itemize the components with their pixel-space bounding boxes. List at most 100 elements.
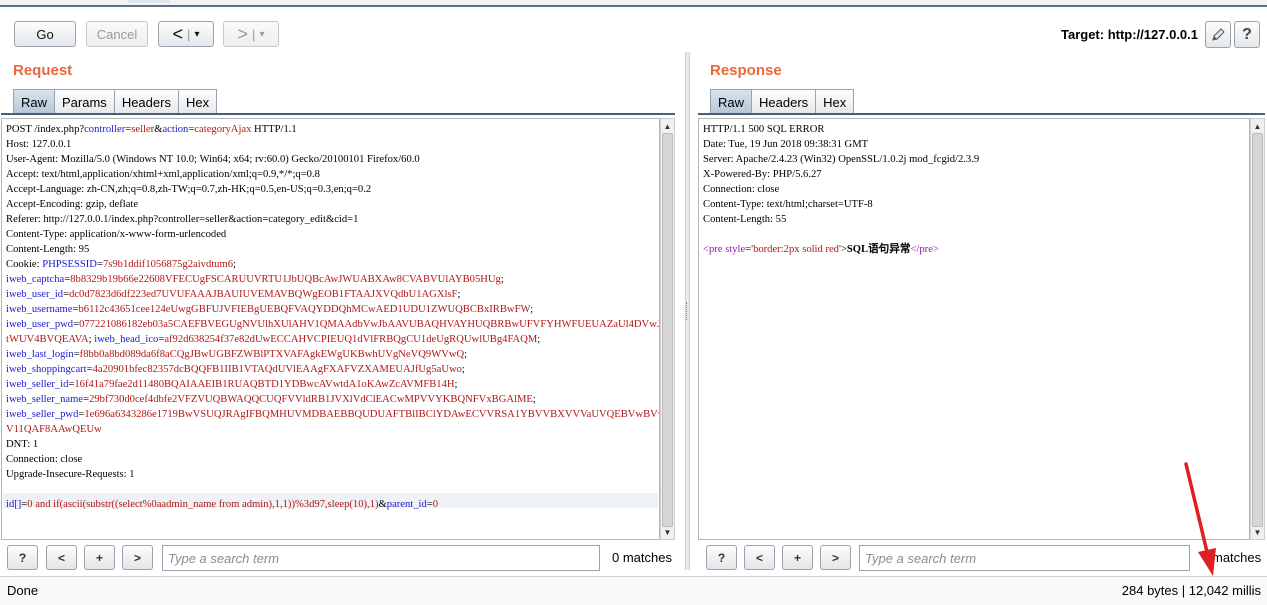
request-token: &: [378, 499, 387, 510]
request-raw-text[interactable]: POST /index.php?controller=seller&action…: [6, 122, 659, 512]
request-search-input[interactable]: [162, 545, 600, 571]
response-tab-headers[interactable]: Headers: [751, 89, 817, 114]
scroll-thumb[interactable]: [1252, 133, 1263, 527]
request-line: iweb_username=b6112c43651cee124eUwgGBFUJ…: [6, 302, 659, 317]
request-token: ;: [454, 379, 458, 390]
response-token: Content-Type: text/html;charset=UTF-8: [703, 199, 873, 210]
request-token: iweb_last_login: [6, 349, 74, 360]
response-tab-hex[interactable]: Hex: [815, 89, 855, 114]
request-token: DNT: 1: [6, 439, 39, 450]
request-token: ;: [537, 334, 541, 345]
request-scrollbar[interactable]: ▲ ▼: [660, 118, 675, 540]
request-line: Content-Type: application/x-www-form-url…: [6, 227, 659, 242]
response-next-button[interactable]: >: [820, 545, 851, 570]
request-line: tWUV4BVQEAVA; iweb_head_ico=af92d638254f…: [6, 332, 659, 347]
request-next-button[interactable]: >: [122, 545, 153, 570]
pane-splitter[interactable]: [685, 52, 690, 570]
request-line: iweb_seller_name=29bf730d0cef4dbfe2VFZVU…: [6, 392, 659, 407]
request-line: Referer: http://127.0.0.1/index.php?cont…: [6, 212, 659, 227]
request-editor[interactable]: POST /index.php?controller=seller&action…: [1, 118, 660, 540]
request-line: Connection: close: [6, 452, 659, 467]
response-token: HTTP/1.1 500 SQL ERROR: [703, 124, 825, 135]
edit-target-button[interactable]: [1205, 21, 1231, 48]
question-icon: ?: [1242, 25, 1252, 43]
request-token: Accept-Encoding: gzip, deflate: [6, 199, 139, 210]
request-line: iweb_seller_id=16f41a79fae2d11480BQAIAAE…: [6, 377, 659, 392]
response-scrollbar[interactable]: ▲ ▼: [1250, 118, 1265, 540]
response-prev-button[interactable]: <: [744, 545, 775, 570]
response-add-button[interactable]: +: [782, 545, 813, 570]
response-token: Connection: close: [703, 184, 780, 195]
request-line: ​: [6, 482, 659, 497]
request-token: User-Agent: Mozilla/5.0 (Windows NT 10.0…: [6, 154, 420, 165]
request-line: Host: 127.0.0.1: [6, 137, 659, 152]
request-token: 0 and if(ascii(substr((select%0aadmin_na…: [27, 499, 379, 510]
request-add-button[interactable]: +: [84, 545, 115, 570]
request-token: iweb_seller_pwd: [6, 409, 79, 420]
forward-dropdown-icon: ▾: [259, 28, 265, 40]
pencil-icon: [1212, 27, 1225, 41]
forward-button[interactable]: > | ▾: [223, 21, 279, 47]
response-tab-raw[interactable]: Raw: [710, 89, 753, 114]
go-button[interactable]: Go: [14, 21, 76, 47]
request-line: iweb_user_id=dc0d7823d6df223ed7UVUFAAAJB…: [6, 287, 659, 302]
request-token: 7s9b1ddif1056875g2aivdtum6: [102, 259, 234, 270]
request-token: tWUV4BVQEAVA: [6, 334, 89, 345]
request-token: seller: [131, 124, 155, 135]
cancel-button[interactable]: Cancel: [86, 21, 148, 47]
forward-arrow-icon: >: [237, 23, 249, 44]
separator: |: [187, 26, 191, 42]
request-tabs: Raw Params Headers Hex: [13, 89, 218, 114]
scroll-up-icon[interactable]: ▲: [661, 119, 674, 133]
request-token: iweb_user_id: [6, 289, 64, 300]
request-tab-hex[interactable]: Hex: [177, 89, 218, 114]
response-token: X-Powered-By: PHP/5.6.27: [703, 169, 822, 180]
request-token: iweb_seller_id: [6, 379, 69, 390]
request-line: iweb_user_pwd=077221086182eb03a5CAEFBVEG…: [6, 317, 659, 332]
request-token: ;: [530, 304, 534, 315]
request-token: controller: [84, 124, 126, 135]
help-button[interactable]: ?: [1234, 21, 1260, 48]
request-line: Accept-Language: zh-CN,zh;q=0.8,zh-TW;q=…: [6, 182, 659, 197]
request-token: ;: [233, 259, 236, 270]
request-token: 8b8329b19b66e22608VFECUgFSCARUUVRTU1JbUQ…: [70, 274, 501, 285]
request-token: ;: [461, 364, 465, 375]
response-line: Date: Tue, 19 Jun 2018 09:38:31 GMT: [703, 137, 979, 152]
scroll-down-icon[interactable]: ▼: [1251, 525, 1264, 539]
request-token: Host: 127.0.0.1: [6, 139, 72, 150]
request-token: PHPSESSID: [42, 259, 97, 270]
request-tab-raw[interactable]: Raw: [13, 89, 56, 114]
request-token: Cookie:: [6, 259, 43, 270]
request-token: V11QAF8AAwQEUw: [6, 424, 102, 435]
request-token: dc0d7823d6df223ed7UVUFAAAJBAUIUVEMAVBQWg…: [69, 289, 458, 300]
request-help-button[interactable]: ?: [7, 545, 38, 570]
scroll-up-icon[interactable]: ▲: [1251, 119, 1264, 133]
response-editor[interactable]: HTTP/1.1 500 SQL ERROR Date: Tue, 19 Jun …: [698, 118, 1250, 540]
request-token: iweb_user_pwd: [6, 319, 74, 330]
request-token: ;: [500, 274, 504, 285]
response-token: Date: Tue, 19 Jun 2018 09:38:31 GMT: [703, 139, 869, 150]
request-token: b6112c43651cee124eUwgGBFUJVFIEBgUEBQFVAQ…: [78, 304, 531, 315]
response-line: Content-Length: 55: [703, 212, 979, 227]
request-token: iweb_shoppingcart: [6, 364, 87, 375]
request-token: iweb_username: [6, 304, 73, 315]
request-line: V11QAF8AAwQEUw: [6, 422, 659, 437]
request-tab-headers[interactable]: Headers: [113, 89, 179, 114]
scroll-down-icon[interactable]: ▼: [661, 525, 674, 539]
request-token: Referer: http://127.0.0.1/index.php?cont…: [6, 214, 359, 225]
request-tab-params[interactable]: Params: [54, 89, 115, 114]
response-help-button[interactable]: ?: [706, 545, 737, 570]
response-raw-text[interactable]: HTTP/1.1 500 SQL ERROR Date: Tue, 19 Jun …: [703, 122, 979, 257]
response-token: <pre: [703, 244, 726, 255]
request-token: Content-Length: 95: [6, 244, 90, 255]
request-token: HTTP/1.1: [251, 124, 297, 135]
request-prev-button[interactable]: <: [46, 545, 77, 570]
target-label: Target: http://127.0.0.1: [1060, 27, 1198, 42]
splitter-grip[interactable]: [686, 302, 689, 320]
back-button[interactable]: < | ▾: [158, 21, 214, 47]
response-stats: 284 bytes | 12,042 millis: [1121, 583, 1261, 598]
request-token: action: [162, 124, 189, 135]
scroll-thumb[interactable]: [662, 133, 673, 527]
request-token: POST /index.php?: [6, 124, 85, 135]
response-search-input[interactable]: [859, 545, 1190, 571]
